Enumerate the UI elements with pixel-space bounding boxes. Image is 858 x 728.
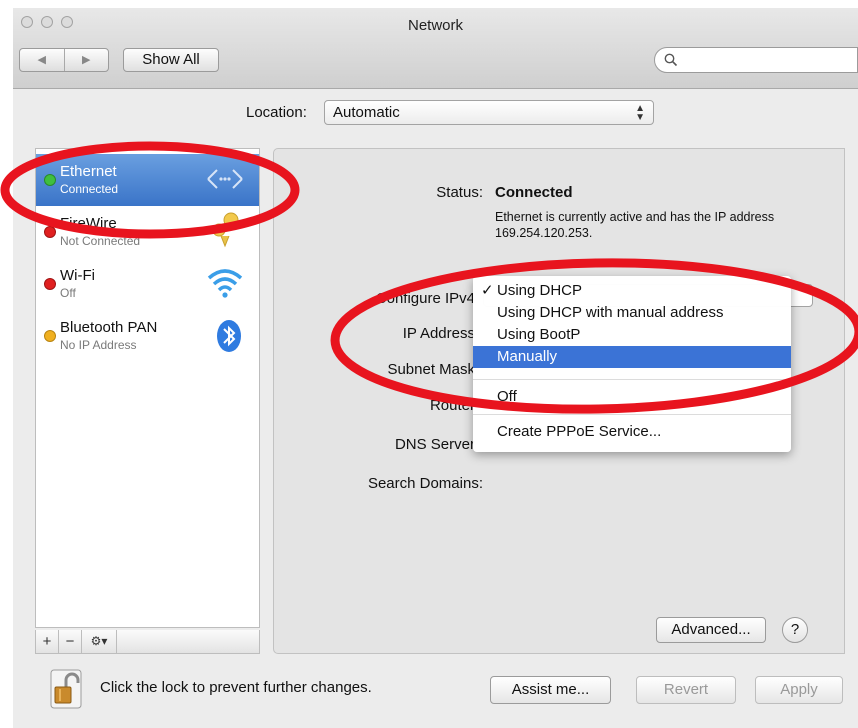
checkmark-icon: ✓	[481, 282, 494, 299]
service-item-firewire[interactable]: FireWire Not Connected	[36, 206, 259, 258]
search-field[interactable]	[654, 47, 858, 73]
status-dot	[44, 174, 56, 186]
service-status: No IP Address	[60, 338, 137, 352]
back-forward-control: ◀ ▶	[19, 48, 109, 72]
apply-button[interactable]: Apply	[755, 676, 843, 704]
service-name: Ethernet	[60, 163, 117, 180]
menu-item-label: Manually	[497, 348, 558, 365]
advanced-button[interactable]: Advanced...	[656, 617, 766, 643]
location-select[interactable]: Automatic ▲ ▼	[324, 100, 654, 125]
service-name: FireWire	[60, 215, 117, 232]
network-preferences-window: Network ◀ ▶ Show All Location: Automatic…	[13, 8, 858, 728]
dns-server-label: DNS Server	[394, 436, 475, 453]
revert-button[interactable]: Revert	[636, 676, 736, 704]
forward-button[interactable]: ▶	[63, 49, 109, 71]
service-list: Ethernet Connected FireWire Not Connecte…	[35, 148, 260, 628]
status-value: Connected	[495, 184, 573, 201]
service-name: Wi-Fi	[60, 267, 95, 284]
location-label: Location:	[246, 104, 307, 121]
lock-message: Click the lock to prevent further change…	[100, 679, 372, 696]
wifi-icon	[207, 269, 243, 298]
updown-arrows-icon: ▲ ▼	[635, 103, 645, 123]
remove-service-button[interactable]: −	[59, 630, 82, 653]
service-status: Off	[60, 286, 76, 300]
status-description: Ethernet is currently active and has the…	[495, 210, 775, 240]
menu-item-label: Using DHCP with manual address	[497, 304, 724, 321]
menu-item-using-dhcp[interactable]: ✓ Using DHCP	[473, 280, 791, 302]
location-value: Automatic	[333, 104, 400, 121]
window-title: Network	[407, 17, 463, 34]
status-dot	[44, 330, 56, 342]
status-dot	[44, 278, 56, 290]
service-item-bluetooth-pan[interactable]: Bluetooth PAN No IP Address	[36, 310, 259, 362]
action-menu-button[interactable]: ⚙▾	[82, 630, 117, 653]
menu-separator	[473, 379, 791, 380]
menu-item-manually[interactable]: Manually	[473, 346, 791, 368]
search-domains-label: Search Domains:	[367, 475, 483, 492]
service-list-footer: + − ⚙▾	[35, 630, 260, 654]
menu-item-dhcp-manual-address[interactable]: Using DHCP with manual address	[473, 302, 791, 324]
subnet-mask-label: Subnet Mask	[387, 361, 475, 378]
ip-address-label: IP Address	[402, 325, 475, 342]
status-dot	[44, 226, 56, 238]
menu-item-create-pppoe[interactable]: Create PPPoE Service...	[473, 421, 791, 443]
service-status: Not Connected	[60, 234, 141, 248]
menu-item-label: Using DHCP	[497, 282, 583, 299]
titlebar: Network ◀ ▶ Show All	[13, 8, 858, 89]
configure-ipv4-menu: ✓ Using DHCP Using DHCP with manual addr…	[473, 276, 791, 452]
add-service-button[interactable]: +	[36, 630, 59, 653]
menu-item-label: Using BootP	[497, 326, 581, 343]
menu-item-off[interactable]: Off	[473, 386, 791, 408]
menu-item-label: Create PPPoE Service...	[497, 423, 662, 440]
assist-me-button[interactable]: Assist me...	[490, 676, 611, 704]
configure-ipv4-label: Configure IPv4	[375, 290, 475, 307]
menu-item-label: Off	[497, 388, 517, 405]
ethernet-icon	[207, 169, 243, 189]
firewire-icon	[212, 212, 239, 248]
lock-icon[interactable]	[50, 669, 82, 709]
back-button[interactable]: ◀	[20, 49, 64, 71]
service-status: Connected	[60, 182, 119, 196]
search-icon	[664, 53, 678, 67]
bluetooth-icon	[217, 320, 241, 352]
menu-item-using-bootp[interactable]: Using BootP	[473, 324, 791, 346]
service-item-wifi[interactable]: Wi-Fi Off	[36, 258, 259, 310]
show-all-button[interactable]: Show All	[123, 48, 219, 72]
menu-separator	[473, 414, 791, 415]
service-item-ethernet[interactable]: Ethernet Connected	[36, 154, 259, 206]
status-label: Status:	[436, 184, 483, 201]
service-name: Bluetooth PAN	[60, 319, 158, 336]
help-button[interactable]: ?	[782, 617, 808, 643]
router-label: Router	[429, 397, 475, 414]
